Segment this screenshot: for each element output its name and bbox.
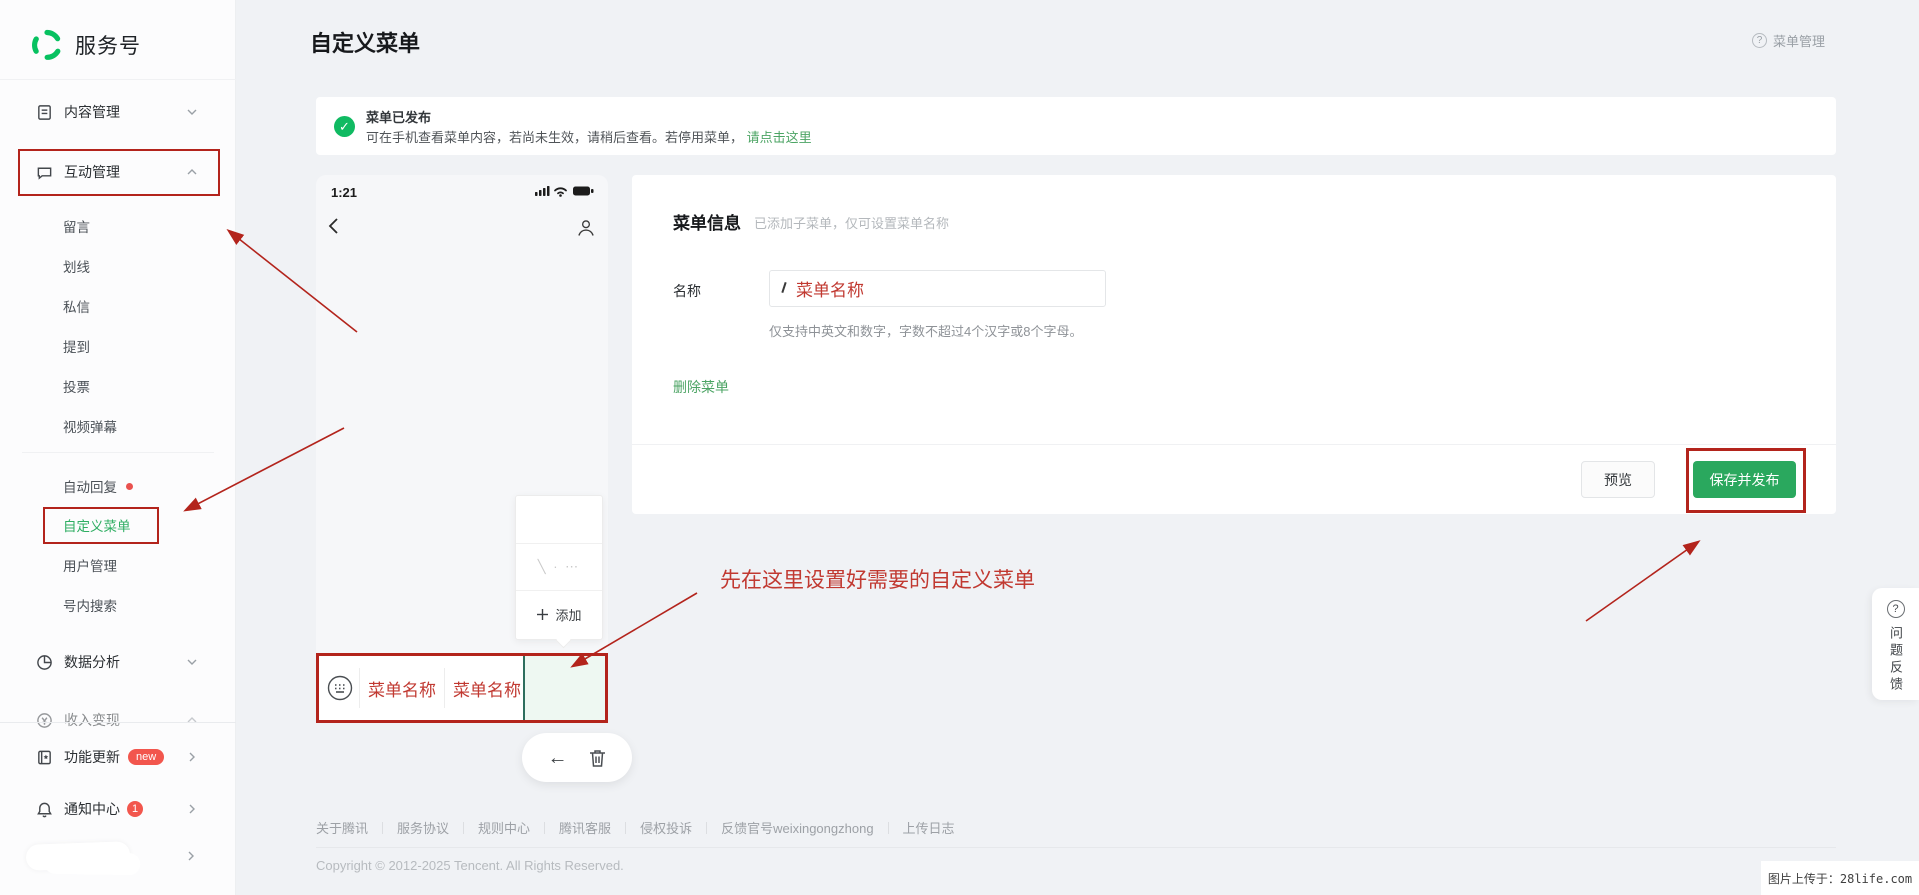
sidebar-item-feature-update[interactable]: 功能更新 new xyxy=(0,737,236,777)
chevron-right-icon xyxy=(189,752,195,762)
brand-name: 服务号 xyxy=(75,35,141,58)
menu-name-input[interactable] xyxy=(769,270,1106,307)
menu-slot-3-selected[interactable] xyxy=(523,656,605,720)
sidebar-item-user-mgmt[interactable]: 用户管理 xyxy=(0,545,236,585)
footer-link-feedback-account[interactable]: 反馈官号weixingongzhong xyxy=(721,818,873,837)
banner-title: 菜单已发布 xyxy=(366,110,432,125)
feedback-widget[interactable]: ? 问题反馈 xyxy=(1872,588,1919,700)
sidebar-item-monetization[interactable]: 收入变现 xyxy=(0,700,236,740)
chat-icon xyxy=(36,163,54,181)
divider xyxy=(0,79,236,80)
sidebar-item-label: 收入变现 xyxy=(64,712,120,728)
divider xyxy=(316,847,1836,848)
divider xyxy=(22,452,214,453)
chevron-right-icon[interactable] xyxy=(185,850,197,862)
panel-subtitle: 已添加子菜单，仅可设置菜单名称 xyxy=(754,216,950,231)
disable-menu-link[interactable]: 请点击这里 xyxy=(747,130,812,145)
help-label: 菜单管理 xyxy=(1773,34,1826,49)
preview-button[interactable]: 预览 xyxy=(1581,461,1655,498)
sidebar-item-votes[interactable]: 投票 xyxy=(0,366,236,406)
copyright: Copyright © 2012-2025 Tencent. All Right… xyxy=(316,858,624,873)
back-chevron-icon[interactable] xyxy=(324,215,346,237)
published-banner: ✓ 菜单已发布 可在手机查看菜单内容，若尚未生效，请稍后查看。若停用菜单， 请点… xyxy=(316,97,1836,155)
new-badge: new xyxy=(128,749,165,765)
footer-link-about[interactable]: 关于腾讯 xyxy=(316,818,368,837)
banner-body: 可在手机查看菜单内容，若尚未生效，请稍后查看。若停用菜单， 请点击这里 xyxy=(366,130,812,145)
footer-link-infringement[interactable]: 侵权投诉 xyxy=(640,818,692,837)
sidebar-item-data-analysis[interactable]: 数据分析 xyxy=(0,642,236,682)
profile-icon[interactable] xyxy=(576,218,596,238)
sidebar-item-private-msg[interactable]: 私信 xyxy=(0,286,236,326)
sidebar-item-content-mgmt[interactable]: 内容管理 xyxy=(0,92,236,132)
footer-link-service[interactable]: 腾讯客服 xyxy=(559,818,611,837)
menu-management-help[interactable]: ? 菜单管理 xyxy=(1752,31,1825,50)
divider xyxy=(632,444,1836,445)
phone-menubar: 菜单名称 菜单名称 xyxy=(316,653,608,723)
coin-icon xyxy=(36,711,54,729)
chevron-down-icon xyxy=(187,109,197,115)
page-title: 自定义菜单 xyxy=(310,31,421,56)
menu-slot-2[interactable]: 菜单名称 xyxy=(445,676,529,701)
status-bar-icons xyxy=(535,186,594,197)
sidebar-item-label: 数据分析 xyxy=(64,654,120,670)
footer-link-rules[interactable]: 规则中心 xyxy=(478,818,530,837)
submenu-add-row[interactable]: 添加 xyxy=(516,590,602,637)
trash-icon[interactable] xyxy=(588,748,607,768)
question-circle-icon: ? xyxy=(1886,600,1905,618)
save-publish-button[interactable]: 保存并发布 xyxy=(1693,461,1796,498)
name-hint: 仅支持中英文和数字，字数不超过4个汉字或8个字母。 xyxy=(769,324,1083,339)
sidebar-item-label: 互动管理 xyxy=(64,164,120,180)
sidebar-item-mentions[interactable]: 提到 xyxy=(0,326,236,366)
submenu-item-scribble[interactable]: ╲ · ⋯ xyxy=(516,543,602,590)
footer-link-upload-log[interactable]: 上传日志 xyxy=(903,818,955,837)
submenu-item-empty[interactable] xyxy=(516,496,602,543)
name-label: 名称 xyxy=(673,283,701,299)
question-circle-icon: ? xyxy=(1752,33,1767,48)
success-check-icon: ✓ xyxy=(334,116,355,137)
brand: 服务号 xyxy=(30,28,141,62)
panel-title: 菜单信息 xyxy=(673,214,741,233)
plus-icon xyxy=(537,608,549,620)
sidebar: 服务号 内容管理 互动管理 留言 划线 私信 提到 投票 视频弹幕 自动回复 自… xyxy=(0,0,236,895)
sidebar-item-label: 内容管理 xyxy=(64,104,120,120)
bell-icon xyxy=(36,800,54,818)
unread-dot xyxy=(126,482,133,490)
chevron-right-icon xyxy=(189,804,195,814)
divider xyxy=(0,722,236,723)
sidebar-item-notification-center[interactable]: 通知中心 1 xyxy=(0,789,236,829)
add-label: 添加 xyxy=(555,607,582,623)
menu-slot-1[interactable]: 菜单名称 xyxy=(360,676,444,701)
sidebar-item-interact-mgmt[interactable]: 互动管理 xyxy=(0,152,236,192)
wechat-logo-icon xyxy=(32,29,61,60)
feedback-label: 问题反馈 xyxy=(1888,626,1903,694)
document-icon xyxy=(36,103,54,121)
footer-link-agreement[interactable]: 服务协议 xyxy=(397,818,449,837)
pie-chart-icon xyxy=(36,653,54,671)
submenu-popup: ╲ · ⋯ 添加 xyxy=(515,495,603,640)
sidebar-item-custom-menu[interactable]: 自定义菜单 xyxy=(0,505,236,545)
sidebar-item-label: 功能更新 xyxy=(64,749,120,765)
phone-time: 1:21 xyxy=(331,185,358,200)
editor-pill: ← xyxy=(522,733,632,782)
delete-menu-link[interactable]: 删除菜单 xyxy=(673,377,729,397)
book-icon xyxy=(36,748,54,766)
keyboard-toggle-icon[interactable] xyxy=(326,674,354,702)
sidebar-item-account-search[interactable]: 号内搜索 xyxy=(0,585,236,625)
chevron-down-icon xyxy=(187,659,197,665)
sidebar-item-underline[interactable]: 划线 xyxy=(0,246,236,286)
sidebar-item-label: 通知中心 xyxy=(64,801,120,817)
notification-badge: 1 xyxy=(127,801,143,817)
redacted-account-name xyxy=(25,841,131,871)
menu-info-panel: 菜单信息 已添加子菜单，仅可设置菜单名称 名称 仅支持中英文和数字，字数不超过4… xyxy=(632,175,1836,514)
annotation-tip-text: 先在这里设置好需要的自定义菜单 xyxy=(720,568,1035,592)
sidebar-item-auto-reply[interactable]: 自动回复 xyxy=(0,466,236,506)
undo-arrow-icon[interactable]: ← xyxy=(548,748,568,768)
footer-links: 关于腾讯 服务协议 规则中心 腾讯客服 侵权投诉 反馈官号weixingongz… xyxy=(316,818,955,837)
chevron-up-icon xyxy=(187,169,197,175)
sidebar-item-video-danmu[interactable]: 视频弹幕 xyxy=(0,406,236,446)
chevron-up-icon xyxy=(187,717,197,723)
watermark: 图片上传于：28life.com xyxy=(1761,861,1919,895)
sidebar-item-comments[interactable]: 留言 xyxy=(0,206,236,246)
